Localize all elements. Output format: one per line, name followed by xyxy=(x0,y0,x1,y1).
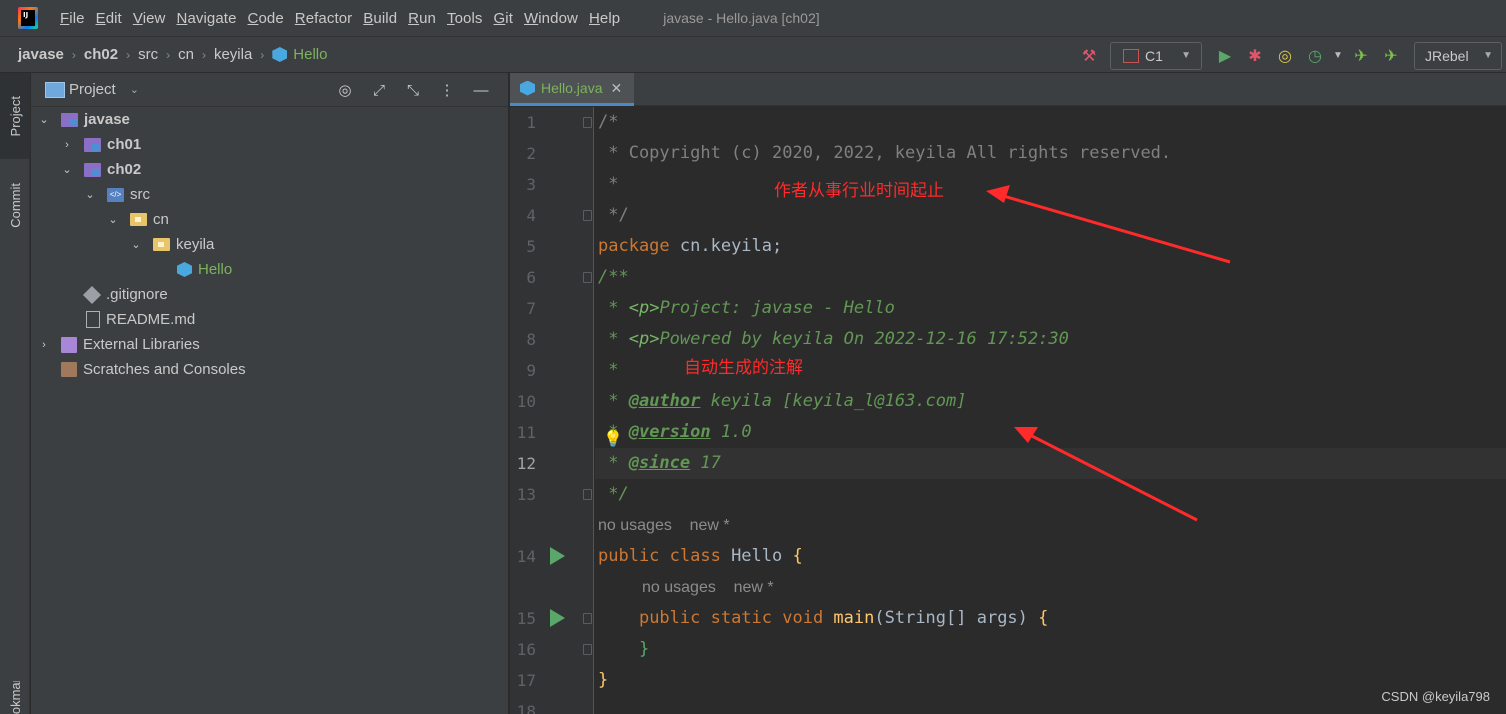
annotation-arrow-2 xyxy=(1027,432,1198,522)
annotation-arrowhead-2 xyxy=(1014,427,1038,443)
csdn-watermark: CSDN @keyila798 xyxy=(1381,689,1490,704)
annotation-arrow-1 xyxy=(999,193,1231,264)
annotation-arrows xyxy=(986,185,1231,522)
annotation-arrowhead-1 xyxy=(986,185,1010,203)
